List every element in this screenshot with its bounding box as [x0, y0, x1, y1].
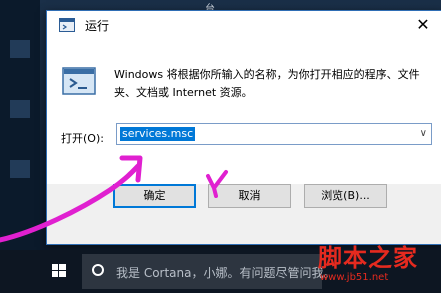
dialog-titlebar[interactable]: 运行 ✕ — [47, 11, 441, 39]
cancel-button[interactable]: 取消 — [208, 184, 291, 208]
watermark-url: www.jb51.net — [320, 272, 389, 283]
run-icon — [59, 18, 75, 32]
run-program-icon — [62, 67, 96, 95]
dialog-description: Windows 将根据你所输入的名称，为你打开相应的程序、文件夹、文档或 Int… — [114, 68, 420, 99]
desktop-icon[interactable] — [10, 40, 30, 58]
open-combobox[interactable]: services.msc ∨ — [116, 123, 432, 145]
cortana-search-box[interactable]: 我是 Cortana，小娜。有问题尽管问我。 — [82, 254, 336, 289]
chevron-down-icon[interactable]: ∨ — [420, 128, 427, 139]
desktop-icon[interactable] — [10, 160, 30, 178]
dialog-title: 运行 — [85, 19, 110, 33]
close-icon[interactable]: ✕ — [410, 13, 436, 37]
desktop-icon-strip — [0, 0, 40, 250]
windows-start-icon[interactable] — [40, 250, 78, 293]
run-dialog: 运行 ✕ Windows 将根据你所输入的名称，为你打开相应的程序、文件夹、文档… — [46, 10, 441, 245]
search-placeholder: 我是 Cortana，小娜。有问题尽管问我。 — [116, 266, 336, 280]
cortana-icon — [92, 264, 104, 276]
open-input-value[interactable]: services.msc — [120, 127, 196, 141]
open-label: 打开(O): — [61, 132, 104, 145]
watermark-logo: 脚本之家 — [318, 243, 418, 272]
ok-button[interactable]: 确定 — [113, 184, 196, 208]
browse-button[interactable]: 浏览(B)... — [304, 184, 387, 208]
desktop-icon[interactable] — [10, 100, 30, 118]
